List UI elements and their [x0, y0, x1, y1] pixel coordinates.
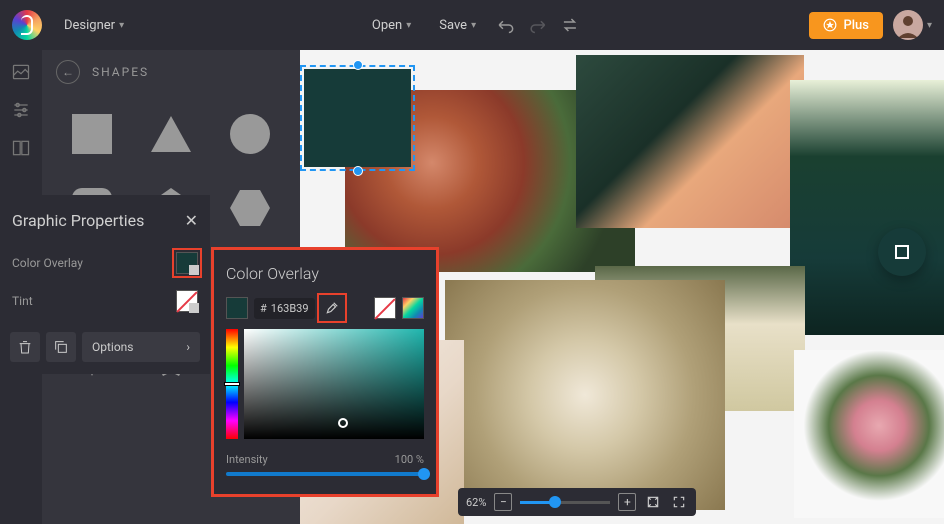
back-button[interactable]: ←	[56, 60, 80, 84]
color-overlay-popup: Color Overlay # 163B39 Intensity 100 %	[214, 250, 436, 494]
delete-button[interactable]	[10, 332, 40, 362]
mode-dropdown[interactable]: Designer ▾	[54, 12, 134, 39]
hue-slider[interactable]	[226, 329, 238, 439]
resize-handle-top[interactable]	[353, 60, 363, 70]
canvas-image[interactable]	[576, 55, 804, 228]
current-color-swatch[interactable]	[226, 297, 248, 319]
zoom-in-button[interactable]: +	[618, 493, 636, 511]
intensity-handle[interactable]	[418, 468, 430, 480]
star-icon	[823, 18, 837, 32]
hue-handle[interactable]	[224, 382, 240, 386]
undo-button[interactable]	[494, 13, 518, 37]
intensity-value: 100 %	[395, 453, 424, 466]
close-icon[interactable]: ✕	[185, 211, 198, 230]
layout-tool-icon[interactable]	[11, 138, 31, 158]
resize-handle-bottom[interactable]	[353, 166, 363, 176]
fullscreen-button[interactable]	[670, 493, 688, 511]
color-overlay-row[interactable]: Color Overlay	[10, 244, 200, 282]
options-label: Options	[92, 340, 134, 354]
mode-label: Designer	[64, 18, 115, 33]
intensity-label: Intensity	[226, 453, 268, 466]
graphic-properties-panel: Graphic Properties ✕ Color Overlay Tint …	[0, 195, 210, 374]
selection-border	[300, 65, 415, 171]
upgrade-plus-button[interactable]: Plus	[809, 12, 883, 39]
user-avatar[interactable]	[893, 10, 923, 40]
app-logo[interactable]	[12, 10, 42, 40]
shape-triangle[interactable]	[139, 104, 204, 164]
adjust-tool-icon[interactable]	[11, 100, 31, 120]
hex-value: 163B39	[271, 302, 309, 315]
swap-button[interactable]	[558, 13, 582, 37]
tint-label: Tint	[12, 294, 33, 308]
shapes-title: SHAPES	[92, 65, 149, 79]
canvas-image[interactable]	[790, 80, 944, 335]
sv-handle[interactable]	[338, 418, 348, 428]
copy-icon	[53, 339, 69, 355]
color-overlay-label: Color Overlay	[12, 256, 83, 270]
zoom-slider-handle[interactable]	[549, 496, 561, 508]
canvas-image[interactable]	[445, 280, 725, 510]
chevron-down-icon: ▾	[119, 20, 124, 31]
shapes-panel-header: ← SHAPES	[42, 50, 300, 94]
eyedropper-icon	[325, 301, 339, 315]
no-color-swatch[interactable]	[374, 297, 396, 319]
tint-swatch[interactable]	[176, 290, 198, 312]
hex-input[interactable]: # 163B39	[254, 298, 315, 319]
trash-icon	[17, 339, 33, 355]
chevron-down-icon: ▾	[927, 20, 932, 31]
selected-shape[interactable]	[300, 65, 415, 171]
chevron-down-icon: ▾	[471, 20, 476, 31]
hex-prefix: #	[260, 302, 267, 315]
chevron-right-icon: ›	[186, 340, 190, 354]
header-center-controls: Open ▾ Save ▾	[362, 12, 582, 39]
chevron-down-icon: ▾	[406, 20, 411, 31]
options-dropdown[interactable]: Options ›	[82, 332, 200, 362]
palette-swatch[interactable]	[402, 297, 424, 319]
eyedropper-button[interactable]	[321, 297, 343, 319]
zoom-bar: 62% − +	[458, 488, 696, 516]
shape-circle[interactable]	[217, 104, 282, 164]
color-overlay-title: Color Overlay	[226, 264, 424, 283]
color-overlay-swatch[interactable]	[176, 252, 198, 274]
image-tool-icon[interactable]	[11, 62, 31, 82]
open-label: Open	[372, 18, 402, 33]
zoom-slider[interactable]	[520, 501, 610, 504]
shape-square[interactable]	[60, 104, 125, 164]
stop-fab-button[interactable]	[878, 228, 926, 276]
stop-icon	[895, 245, 909, 259]
duplicate-button[interactable]	[46, 332, 76, 362]
zoom-out-button[interactable]: −	[494, 493, 512, 511]
save-dropdown[interactable]: Save ▾	[429, 12, 486, 39]
canvas-image[interactable]	[794, 350, 944, 518]
redo-button[interactable]	[526, 13, 550, 37]
zoom-percent-label: 62%	[466, 496, 486, 509]
plus-label: Plus	[843, 18, 869, 33]
tint-row[interactable]: Tint	[10, 282, 200, 320]
fit-screen-button[interactable]	[644, 493, 662, 511]
save-label: Save	[439, 18, 467, 33]
graphic-properties-title: Graphic Properties	[12, 211, 144, 230]
open-dropdown[interactable]: Open ▾	[362, 12, 421, 39]
saturation-value-picker[interactable]	[244, 329, 424, 439]
app-header: Designer ▾ Open ▾ Save ▾ Plus ▾	[0, 0, 944, 50]
shape-hexagon[interactable]	[217, 178, 282, 238]
intensity-slider[interactable]	[226, 472, 424, 476]
